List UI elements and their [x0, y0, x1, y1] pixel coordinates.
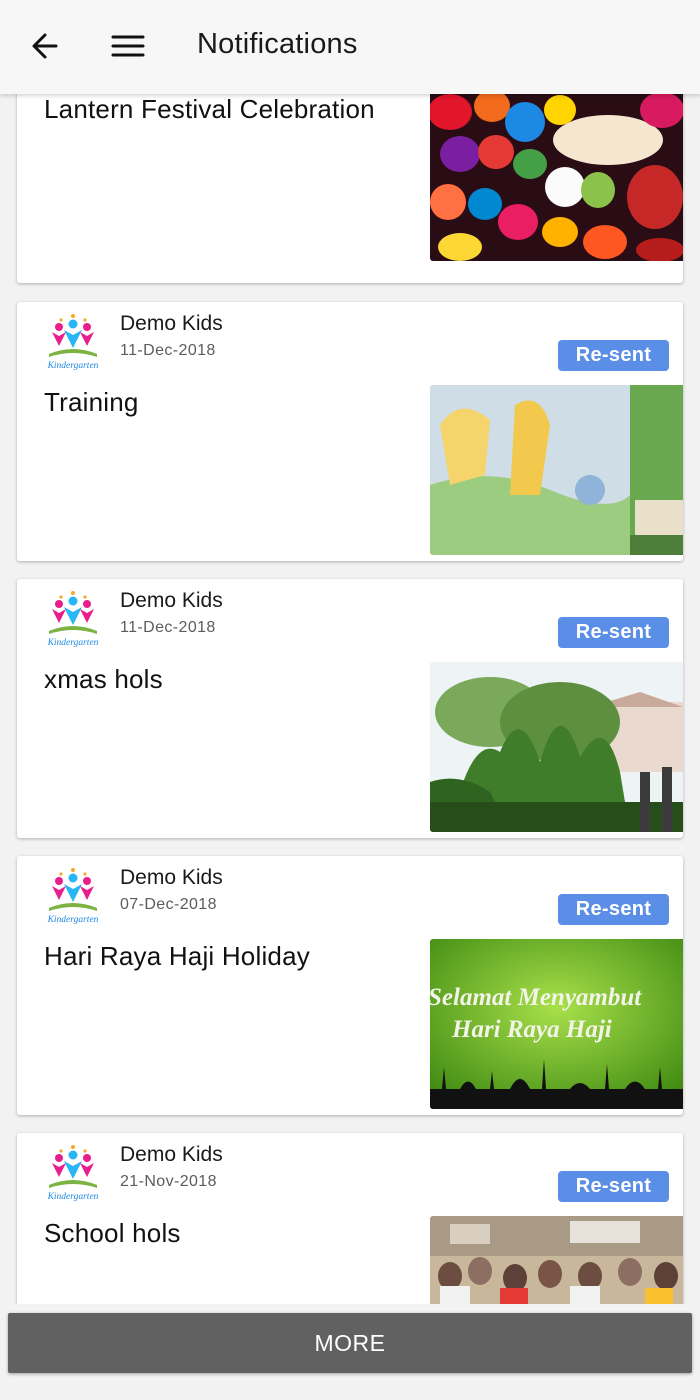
garden-plants-photo	[430, 662, 683, 832]
notification-title: Lantern Festival Celebration	[44, 94, 375, 124]
notification-card[interactable]: Lantern Festival Celebration	[17, 94, 683, 283]
kindergarten-logo: Kindergarten	[47, 868, 99, 925]
sender-name: Demo Kids	[120, 866, 223, 889]
greeting-line-1: Selamat Menyambut	[430, 984, 642, 1011]
status-badge: Re-sent	[558, 1171, 669, 1202]
notification-thumbnail	[430, 385, 683, 555]
notification-list[interactable]: Lantern Festival Celebration Kindergarte…	[0, 94, 700, 1306]
notification-card[interactable]: Kindergarten Demo Kids 11-Dec-2018 Re-se…	[17, 579, 683, 838]
notification-date: 21-Nov-2018	[120, 1173, 217, 1190]
svg-text:Kindergarten: Kindergarten	[47, 1192, 99, 1202]
sender-name: Demo Kids	[120, 589, 223, 612]
kindergarten-logo: Kindergarten	[47, 314, 99, 371]
status-badge: Re-sent	[558, 894, 669, 925]
notification-title: Hari Raya Haji Holiday	[44, 941, 310, 971]
app-bar: Notifications	[0, 0, 700, 94]
arrow-left-icon[interactable]	[26, 26, 66, 66]
notification-thumbnail	[430, 662, 683, 832]
status-badge: Re-sent	[558, 617, 669, 648]
svg-text:Kindergarten: Kindergarten	[47, 915, 99, 925]
greeting-line-2: Hari Raya Haji	[451, 1016, 612, 1043]
notification-thumbnail	[430, 94, 683, 261]
status-badge: Re-sent	[558, 340, 669, 371]
classroom-mural-photo	[430, 385, 683, 555]
notification-title: Training	[44, 387, 139, 417]
notification-thumbnail	[430, 1216, 683, 1306]
notification-title: School hols	[44, 1218, 181, 1248]
notification-thumbnail: Selamat Menyambut Hari Raya Haji	[430, 939, 683, 1109]
more-button[interactable]: MORE	[8, 1313, 692, 1373]
notification-date: 11-Dec-2018	[120, 342, 216, 359]
sender-name: Demo Kids	[120, 1143, 223, 1166]
hamburger-menu-icon[interactable]	[108, 26, 148, 66]
kindergarten-logo: Kindergarten	[47, 591, 99, 648]
notification-title: xmas hols	[44, 664, 163, 694]
notification-date: 07-Dec-2018	[120, 896, 217, 913]
notification-card[interactable]: Kindergarten Demo Kids 21-Nov-2018 Re-se…	[17, 1133, 683, 1306]
notification-card[interactable]: Kindergarten Demo Kids 07-Dec-2018 Re-se…	[17, 856, 683, 1115]
sender-name: Demo Kids	[120, 312, 223, 335]
greeting-card-image: Selamat Menyambut Hari Raya Haji	[430, 939, 683, 1109]
notification-date: 11-Dec-2018	[120, 619, 216, 636]
svg-text:Kindergarten: Kindergarten	[47, 361, 99, 371]
page-title: Notifications	[197, 28, 358, 60]
lanterns-photo	[430, 94, 683, 261]
svg-text:Kindergarten: Kindergarten	[47, 638, 99, 648]
notification-card[interactable]: Kindergarten Demo Kids 11-Dec-2018 Re-se…	[17, 302, 683, 561]
school-children-photo	[430, 1216, 683, 1306]
kindergarten-logo: Kindergarten	[47, 1145, 99, 1202]
